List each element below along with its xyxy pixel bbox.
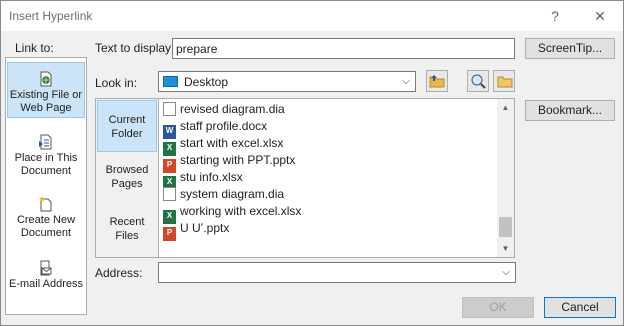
vertical-scrollbar[interactable]: ▲ ▼ [497, 99, 514, 257]
link-to-create-new-document[interactable]: Create New Document [7, 196, 85, 246]
up-folder-button[interactable] [426, 70, 448, 92]
file-item[interactable]: Wstaff profile.docx [163, 118, 268, 139]
look-in-label: Look in: [95, 76, 138, 90]
file-item[interactable]: Xstart with excel.xlsx [163, 135, 284, 156]
scrollbar-thumb[interactable] [499, 217, 512, 237]
link-to-panel: Existing File or Web Page Place in This … [5, 57, 87, 315]
dia-file-icon [163, 187, 176, 201]
browsed-pages-tab[interactable]: Browsed Pages [97, 163, 157, 193]
file-item[interactable]: P U Uʼ.pptx [163, 220, 230, 241]
dia-file-icon [163, 102, 176, 116]
powerpoint-file-icon: P [163, 227, 176, 241]
file-name: stu info.xlsx [180, 170, 243, 184]
file-item[interactable]: revised diagram.dia [163, 101, 285, 118]
file-item[interactable]: Pstarting with PPT.pptx [163, 152, 296, 173]
browse-file-button[interactable] [493, 70, 515, 92]
text-to-display-value: prepare [176, 42, 218, 56]
link-to-email-address-label: E-mail Address [9, 278, 83, 290]
file-name: working with excel.xlsx [180, 204, 302, 218]
chevron-down-icon[interactable]: ⌵ [397, 72, 415, 91]
insert-hyperlink-dialog: Insert Hyperlink ? ✕ Link to: Existing F… [0, 0, 624, 326]
text-to-display-input[interactable]: prepare [172, 38, 515, 59]
address-label: Address: [95, 266, 143, 280]
link-to-existing-file[interactable]: Existing File or Web Page [7, 62, 85, 118]
bookmark-button[interactable]: Bookmark... [525, 100, 615, 121]
link-to-create-new-document-label: Create New Document [16, 214, 76, 239]
up-folder-icon [429, 75, 445, 88]
file-list[interactable]: revised diagram.dia Wstaff profile.docx … [158, 98, 515, 258]
browse-web-icon [471, 74, 486, 89]
new-document-icon [39, 196, 52, 212]
file-name: staff profile.docx [180, 119, 268, 133]
look-in-select[interactable]: Desktop ⌵ [158, 71, 416, 92]
place-in-document-icon [39, 134, 52, 150]
file-item[interactable]: Xworking with excel.xlsx [163, 203, 302, 224]
address-input[interactable]: ⌵ [158, 262, 516, 283]
file-name: starting with PPT.pptx [180, 153, 296, 167]
open-folder-icon [497, 76, 513, 88]
file-name: U Uʼ.pptx [180, 221, 230, 235]
existing-file-icon [40, 71, 52, 87]
link-to-existing-file-label: Existing File or Web Page [9, 89, 83, 114]
browse-web-button[interactable] [467, 70, 489, 92]
dialog-title: Insert Hyperlink [9, 9, 93, 23]
scroll-down-icon[interactable]: ▼ [497, 240, 514, 257]
ok-button[interactable]: OK [462, 297, 534, 318]
link-to-email-address[interactable]: E-mail Address [7, 260, 85, 310]
screentip-button[interactable]: ScreenTip... [525, 38, 615, 59]
sub-navigation-panel: Current Folder Browsed Pages Recent File… [95, 98, 158, 258]
file-item[interactable]: Xstu info.xlsx [163, 169, 243, 190]
file-name: system diagram.dia [180, 187, 285, 201]
email-icon [40, 260, 52, 276]
link-to-label: Link to: [15, 41, 54, 55]
scroll-up-icon[interactable]: ▲ [497, 99, 514, 116]
help-button[interactable]: ? [541, 5, 569, 27]
desktop-icon [163, 76, 178, 87]
file-name: start with excel.xlsx [180, 136, 284, 150]
look-in-value: Desktop [184, 75, 229, 89]
title-bar: Insert Hyperlink ? ✕ [1, 1, 623, 31]
text-to-display-label: Text to display: [95, 41, 175, 55]
link-to-place-in-document-label: Place in This Document [14, 152, 78, 177]
cancel-button[interactable]: Cancel [544, 297, 616, 318]
chevron-down-icon[interactable]: ⌵ [497, 263, 515, 282]
current-folder-tab[interactable]: Current Folder [97, 100, 157, 152]
recent-files-tab[interactable]: Recent Files [97, 215, 157, 245]
file-item[interactable]: system diagram.dia [163, 186, 284, 203]
close-button[interactable]: ✕ [586, 5, 614, 27]
link-to-place-in-document[interactable]: Place in This Document [7, 134, 85, 184]
file-name: revised diagram.dia [180, 102, 285, 116]
